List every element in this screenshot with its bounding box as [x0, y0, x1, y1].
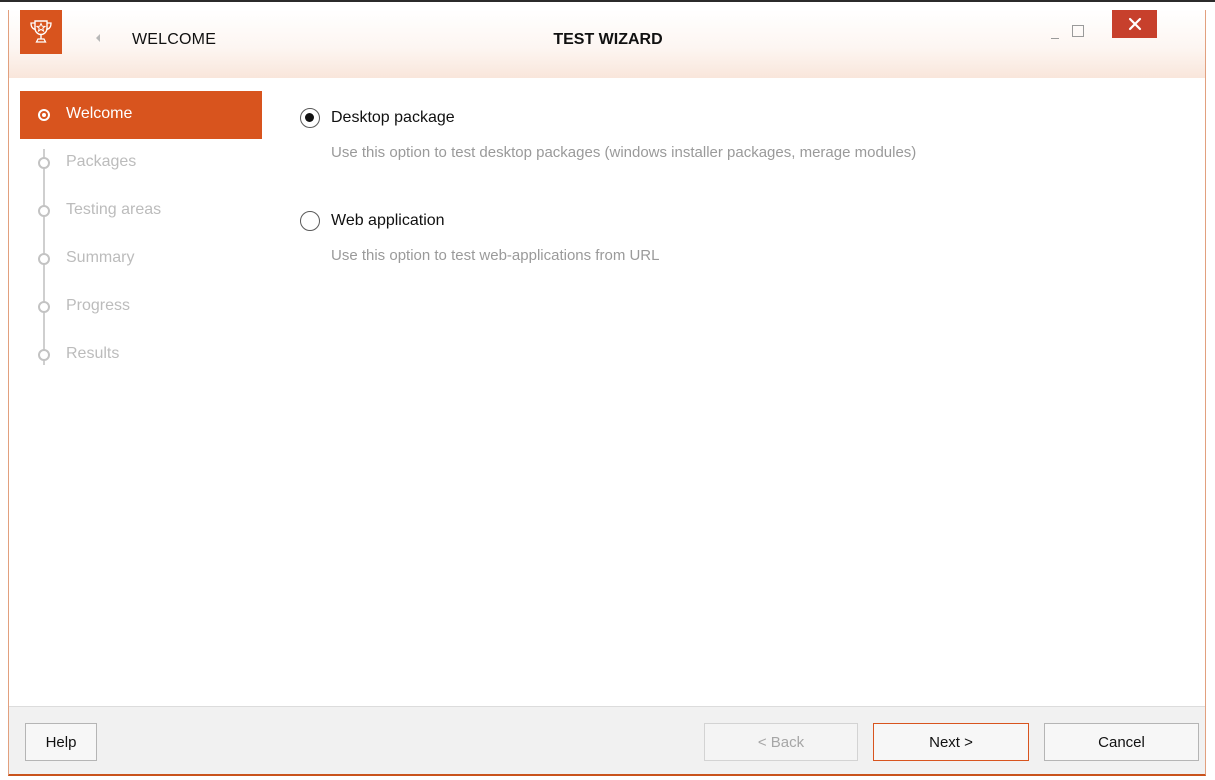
- web-application-radio[interactable]: [300, 211, 320, 231]
- close-icon: [1128, 17, 1141, 31]
- step-testing-areas[interactable]: Testing areas: [20, 187, 262, 235]
- step-packages[interactable]: Packages: [20, 139, 262, 187]
- step-indicator-icon: [38, 253, 50, 265]
- help-button[interactable]: Help: [25, 723, 97, 761]
- close-button[interactable]: [1112, 10, 1157, 38]
- step-indicator-icon: [38, 205, 50, 217]
- step-welcome[interactable]: Welcome: [20, 91, 262, 139]
- step-indicator-icon: [38, 301, 50, 313]
- wizard-steps: Welcome Packages Testing areas Summary P…: [20, 91, 265, 379]
- minimize-icon[interactable]: [1049, 30, 1061, 42]
- step-label: Progress: [66, 297, 131, 314]
- window-frame: WELCOME TEST WIZARD Welcome Packages Tes…: [8, 10, 1206, 776]
- back-button[interactable]: < Back: [704, 723, 858, 761]
- desktop-package-description: Use this option to test desktop packages…: [331, 144, 917, 161]
- title-bar[interactable]: WELCOME TEST WIZARD: [9, 10, 1205, 78]
- window-title: TEST WIZARD: [553, 31, 663, 48]
- step-indicator-icon: [38, 349, 50, 361]
- button-bar: Help < Back Next > Cancel: [9, 706, 1205, 774]
- step-label: Welcome: [66, 105, 133, 122]
- step-indicator-icon: [38, 109, 50, 121]
- web-application-description: Use this option to test web-applications…: [331, 247, 660, 264]
- step-summary[interactable]: Summary: [20, 235, 262, 283]
- desktop-package-label: Desktop package: [331, 109, 455, 126]
- step-label: Summary: [66, 249, 135, 266]
- step-label: Testing areas: [66, 201, 162, 218]
- step-label: Results: [66, 345, 120, 362]
- step-results[interactable]: Results: [20, 331, 262, 379]
- step-progress[interactable]: Progress: [20, 283, 262, 331]
- desktop-package-radio[interactable]: [300, 108, 320, 128]
- step-label: Packages: [66, 153, 137, 170]
- web-application-label: Web application: [331, 212, 445, 229]
- next-button[interactable]: Next >: [873, 723, 1029, 761]
- maximize-icon[interactable]: [1072, 25, 1084, 37]
- cancel-button[interactable]: Cancel: [1044, 723, 1199, 761]
- step-indicator-icon: [38, 157, 50, 169]
- wizard-window: WELCOME TEST WIZARD Welcome Packages Tes…: [0, 0, 1215, 780]
